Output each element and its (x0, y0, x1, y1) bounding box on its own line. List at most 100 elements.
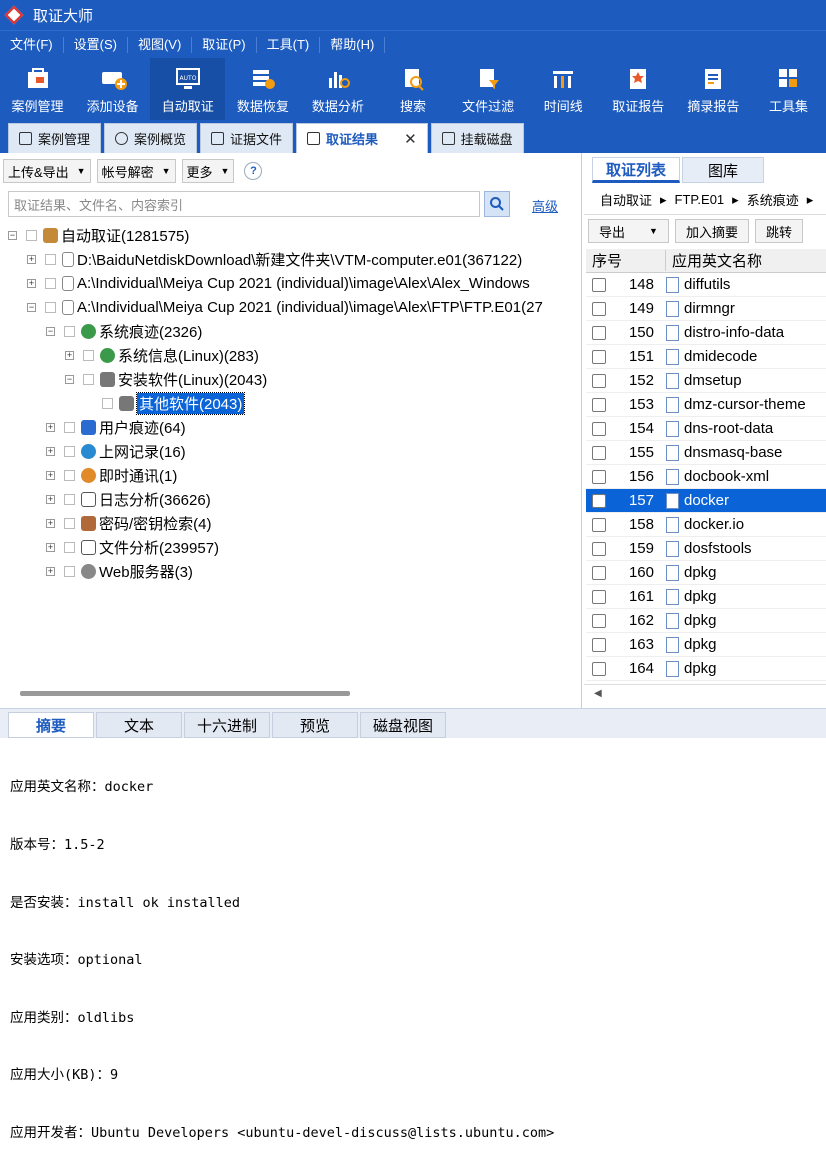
tree-node-web-history[interactable]: + 上网记录(16) (46, 439, 186, 463)
menu-forensics[interactable]: 取证(P) (192, 36, 257, 53)
expand-icon[interactable]: + (46, 566, 55, 576)
tree-checkbox[interactable] (64, 421, 75, 433)
row-checkbox[interactable] (592, 565, 606, 580)
menu-file[interactable]: 文件(F) (0, 36, 64, 53)
tree-node-auto-forensics[interactable]: − 自动取证(1281575) (8, 223, 189, 247)
tree-checkbox[interactable] (83, 373, 94, 385)
tree-node-evidence-1[interactable]: + D:\BaiduNetdiskDownload\新建文件夹\VTM-compu… (27, 247, 522, 271)
row-checkbox[interactable] (592, 469, 606, 484)
tree-node-system-info[interactable]: + 系统信息(Linux)(283) (65, 343, 259, 367)
row-checkbox[interactable] (592, 301, 606, 316)
row-checkbox[interactable] (592, 277, 606, 292)
tab-text[interactable]: 文本 (96, 712, 182, 738)
tree-checkbox[interactable] (64, 325, 75, 337)
tree-checkbox[interactable] (64, 469, 75, 481)
tab-disk-view[interactable]: 磁盘视图 (360, 712, 446, 738)
tree-node-evidence-2[interactable]: + A:\Individual\Meiya Cup 2021 (individua… (27, 271, 530, 295)
data-analysis-button[interactable]: 数据分析 (300, 58, 375, 120)
tree-node-evidence-3[interactable]: − A:\Individual\Meiya Cup 2021 (individua… (27, 295, 543, 319)
menu-view[interactable]: 视图(V) (128, 36, 193, 53)
tab-evidence-files[interactable]: 证据文件 (200, 123, 294, 153)
file-filter-button[interactable]: 文件过滤 (451, 58, 526, 120)
row-checkbox[interactable] (592, 661, 606, 676)
advanced-search-link[interactable]: 高级 (532, 196, 558, 215)
auto-forensics-button[interactable]: AUTO 自动取证 (150, 58, 226, 120)
table-row[interactable]: 161 dpkg (586, 585, 826, 609)
tab-gallery[interactable]: 图库 (682, 157, 764, 183)
tree-checkbox[interactable] (45, 301, 56, 313)
expand-icon[interactable]: + (65, 350, 74, 360)
search-button[interactable]: 搜索 (375, 58, 450, 120)
search-input[interactable]: 取证结果、文件名、内容索引 (8, 191, 480, 217)
collapse-icon[interactable]: − (8, 230, 17, 240)
close-tab-icon[interactable]: ✕ (404, 130, 417, 148)
table-row[interactable]: 163 dpkg (586, 633, 826, 657)
row-checkbox[interactable] (592, 589, 606, 604)
expand-icon[interactable]: + (27, 278, 36, 288)
help-icon[interactable]: ? (244, 162, 263, 180)
tab-case-management[interactable]: 案例管理 (8, 123, 102, 153)
menu-tools[interactable]: 工具(T) (257, 36, 321, 53)
row-checkbox[interactable] (592, 373, 606, 388)
tree-checkbox[interactable] (64, 493, 75, 505)
export-dropdown[interactable]: 导出 ▼ (588, 219, 669, 243)
row-checkbox[interactable] (592, 493, 606, 508)
case-management-button[interactable]: 案例管理 (0, 58, 75, 120)
table-row[interactable]: 157 docker (586, 489, 826, 513)
tree-checkbox[interactable] (64, 517, 75, 529)
breadcrumb-item[interactable]: 自动取证 (600, 190, 652, 209)
expand-icon[interactable]: + (46, 542, 55, 552)
scroll-left-icon[interactable]: ◀ (594, 688, 602, 699)
row-checkbox[interactable] (592, 613, 606, 628)
tree-checkbox[interactable] (64, 565, 75, 577)
table-row[interactable]: 158 docker.io (586, 513, 826, 537)
tree-checkbox[interactable] (45, 277, 56, 289)
collapse-icon[interactable]: − (46, 326, 55, 336)
menu-settings[interactable]: 设置(S) (64, 36, 128, 53)
search-button[interactable] (484, 191, 510, 217)
collapse-icon[interactable]: − (27, 302, 36, 312)
expand-icon[interactable]: + (46, 422, 55, 432)
column-header-app-name[interactable]: 应用英文名称 (666, 250, 762, 271)
tree-node-password-search[interactable]: + 密码/密钥检索(4) (46, 511, 212, 535)
table-row[interactable]: 155 dnsmasq-base (586, 441, 826, 465)
table-row[interactable]: 159 dosfstools (586, 537, 826, 561)
expand-icon[interactable]: + (46, 518, 55, 528)
forensics-report-button[interactable]: 取证报告 (601, 58, 676, 120)
tab-results-list[interactable]: 取证列表 (592, 157, 680, 183)
jump-button[interactable]: 跳转 (754, 219, 803, 243)
tab-summary[interactable]: 摘要 (8, 712, 94, 738)
row-checkbox[interactable] (592, 517, 606, 532)
collapse-icon[interactable]: − (65, 374, 74, 384)
table-row[interactable]: 160 dpkg (586, 561, 826, 585)
table-row[interactable]: 156 docbook-xml (586, 465, 826, 489)
tree-checkbox[interactable] (26, 229, 37, 241)
tree-node-user-traces[interactable]: + 用户痕迹(64) (46, 415, 186, 439)
upload-export-dropdown[interactable]: 上传&导出 ▼ (3, 159, 91, 183)
more-dropdown[interactable]: 更多 ▼ (181, 159, 235, 183)
tree-node-log-analysis[interactable]: + 日志分析(36626) (46, 487, 211, 511)
table-row[interactable]: 154 dns-root-data (586, 417, 826, 441)
column-header-index[interactable]: 序号 (586, 250, 666, 271)
expand-icon[interactable]: + (27, 254, 36, 264)
data-recovery-button[interactable]: 数据恢复 (225, 58, 300, 120)
table-row[interactable]: 149 dirmngr (586, 297, 826, 321)
tree-node-system-traces[interactable]: − 系统痕迹(2326) (46, 319, 202, 343)
table-row[interactable]: 150 distro-info-data (586, 321, 826, 345)
tab-case-overview[interactable]: 案例概览 (104, 123, 198, 153)
timeline-button[interactable]: 时间线 (526, 58, 601, 120)
breadcrumb-item[interactable]: FTP.E01 (675, 192, 725, 207)
table-row[interactable]: 162 dpkg (586, 609, 826, 633)
account-decrypt-dropdown[interactable]: 帐号解密 ▼ (96, 159, 176, 183)
tab-mount-disk[interactable]: 挂载磁盘 (430, 123, 524, 153)
tree-checkbox[interactable] (64, 541, 75, 553)
tree-node-web-server[interactable]: + Web服务器(3) (46, 559, 193, 583)
row-checkbox[interactable] (592, 541, 606, 556)
tree-checkbox[interactable] (64, 445, 75, 457)
expand-icon[interactable]: + (46, 470, 55, 480)
tab-hex[interactable]: 十六进制 (184, 712, 270, 738)
tree-checkbox[interactable] (45, 253, 56, 265)
menu-help[interactable]: 帮助(H) (320, 36, 386, 53)
row-checkbox[interactable] (592, 397, 606, 412)
expand-icon[interactable]: + (46, 494, 55, 504)
